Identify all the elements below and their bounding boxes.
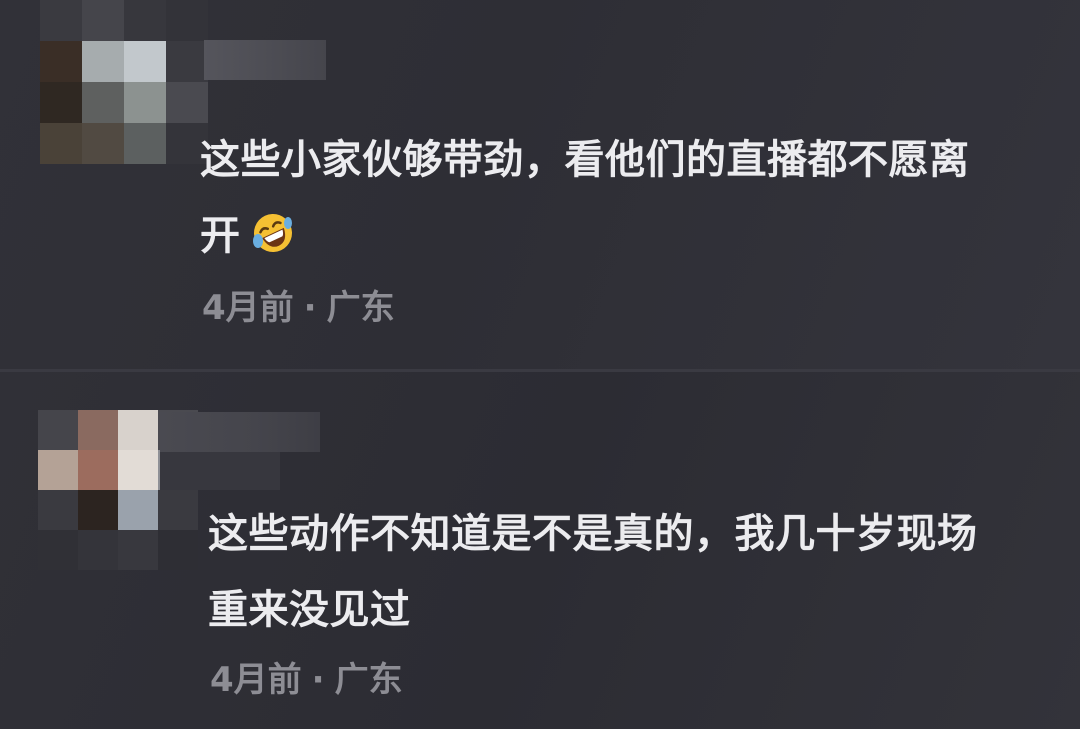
username-blurred[interactable] xyxy=(204,40,326,80)
meta-separator: · xyxy=(303,288,317,328)
comment-text-line-2: 开 xyxy=(200,198,1060,274)
comment-time: 4月前 xyxy=(210,660,302,700)
user-badge-blurred xyxy=(160,452,280,490)
comment-location: 广东 xyxy=(326,288,395,328)
avatar[interactable] xyxy=(40,0,208,164)
comment-text-line-2: 重来没见过 xyxy=(208,587,411,633)
comment-text: 这些动作不知道是不是真的，我几十岁现场 重来没见过 xyxy=(208,496,1068,648)
meta-separator: · xyxy=(311,660,325,700)
comment-text: 这些小家伙够带劲，看他们的直播都不愿离 开 xyxy=(200,122,1060,274)
comment-time: 4月前 xyxy=(202,288,294,328)
username-blurred[interactable] xyxy=(160,412,320,452)
comment-meta: 4月前 · 广东 xyxy=(202,288,395,328)
rolling-laughing-emoji-icon xyxy=(252,214,292,252)
comment-item[interactable]: 这些小家伙够带劲，看他们的直播都不愿离 开 4月前 · 广东 xyxy=(0,0,1080,370)
comment-list: 这些小家伙够带劲，看他们的直播都不愿离 开 4月前 · 广东 这些动作不知道是不… xyxy=(0,0,1080,729)
comment-text-line-1: 这些小家伙够带劲，看他们的直播都不愿离 xyxy=(200,137,970,183)
comment-meta: 4月前 · 广东 xyxy=(210,660,403,700)
comment-location: 广东 xyxy=(334,660,403,700)
comment-item[interactable]: 这些动作不知道是不是真的，我几十岁现场 重来没见过 4月前 · 广东 xyxy=(0,372,1080,729)
comment-text-line-1: 这些动作不知道是不是真的，我几十岁现场 xyxy=(208,511,978,557)
comment-text-line-2-text: 开 xyxy=(200,213,241,259)
